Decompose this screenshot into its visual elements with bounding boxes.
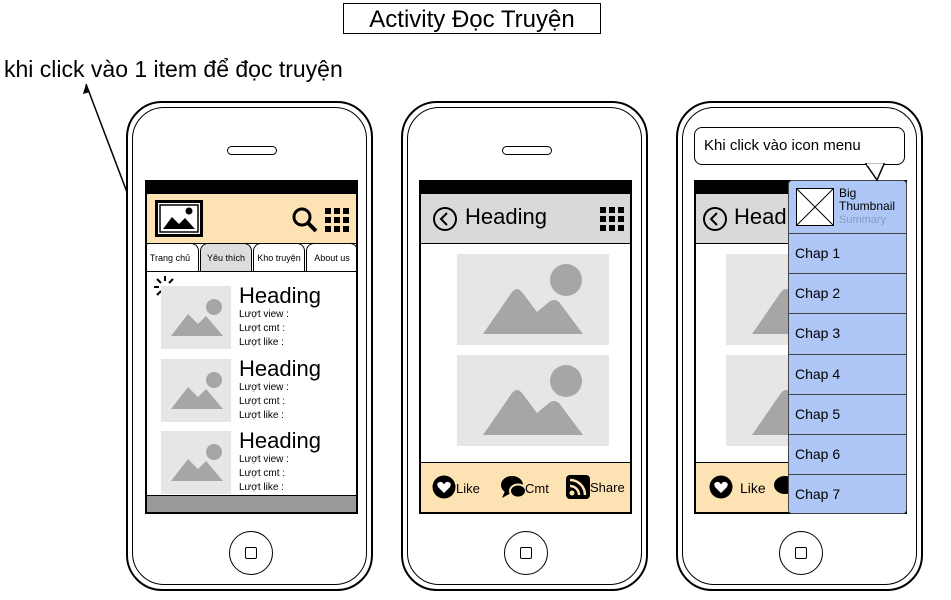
menu-grid-icon[interactable] (324, 207, 350, 233)
menu-item-chap-5[interactable]: Chap 5 (789, 394, 906, 433)
menu-item-chap-7[interactable]: Chap 7 (789, 474, 906, 513)
top-bar: Heading (421, 194, 630, 244)
logo-image-icon[interactable] (155, 200, 203, 237)
menu-item-chap-4[interactable]: Chap 4 (789, 354, 906, 393)
item-views: Lượt view : (239, 454, 289, 465)
page-heading: Headi (734, 204, 792, 229)
callout-note: Khi click vào icon menu (694, 127, 905, 165)
tab-home[interactable]: Trang chủ (147, 243, 199, 272)
screen-reader: Heading Like Cmt Share (419, 180, 632, 514)
top-bar (147, 194, 356, 244)
menu-grid-icon[interactable] (599, 206, 625, 232)
heart-icon[interactable] (432, 475, 456, 499)
item-cmts: Lượt cmt : (239, 468, 286, 479)
menu-thumb-summary: Summary (839, 214, 887, 226)
callout-pointer (864, 163, 886, 182)
cmt-label[interactable]: Cmt (525, 481, 549, 496)
item-likes: Lượt like : (239, 410, 284, 421)
tab-favorites[interactable]: Yêu thích (200, 243, 252, 272)
item-heading: Heading (239, 283, 321, 308)
action-bar: Like Cmt Share (421, 462, 630, 512)
menu-item-chap-3[interactable]: Chap 3 (789, 313, 906, 352)
item-heading: Heading (239, 428, 321, 453)
tab-about[interactable]: About us (306, 243, 356, 272)
back-icon[interactable] (702, 206, 728, 232)
menu-thumb-title: Big Thumbnail (839, 186, 896, 213)
content-image-icon (457, 355, 609, 446)
content-image-icon (457, 254, 609, 345)
thumbnail-image-icon (161, 431, 231, 494)
screen-list: Trang chủ Yêu thích Kho truyện About us … (145, 180, 358, 514)
item-likes: Lượt like : (239, 482, 284, 493)
item-cmts: Lượt cmt : (239, 396, 286, 407)
page-heading: Heading (465, 204, 547, 229)
menu-item-chap-1[interactable]: Chap 1 (789, 233, 906, 272)
chapter-menu: Big Thumbnail Summary Chap 1 Chap 2 Chap… (788, 180, 907, 514)
share-label[interactable]: Share (590, 480, 625, 495)
like-label[interactable]: Like (740, 480, 766, 496)
comment-icon[interactable] (500, 474, 528, 500)
item-views: Lượt view : (239, 382, 289, 393)
big-thumbnail-placeholder-icon (796, 188, 834, 226)
back-icon[interactable] (432, 206, 458, 232)
menu-item-chap-2[interactable]: Chap 2 (789, 273, 906, 312)
item-likes: Lượt like : (239, 337, 284, 348)
bottom-bar (147, 495, 356, 512)
item-cmts: Lượt cmt : (239, 323, 286, 334)
tab-library[interactable]: Kho truyện (253, 243, 305, 272)
item-heading: Heading (239, 356, 321, 381)
menu-header[interactable]: Big Thumbnail Summary (789, 181, 906, 233)
menu-item-chap-6[interactable]: Chap 6 (789, 434, 906, 473)
heart-icon[interactable] (709, 475, 733, 499)
thumbnail-image-icon (161, 286, 231, 349)
item-views: Lượt view : (239, 309, 289, 320)
rss-share-icon[interactable] (566, 475, 590, 499)
like-label[interactable]: Like (456, 481, 480, 496)
thumbnail-image-icon (161, 359, 231, 422)
search-icon[interactable] (292, 207, 318, 233)
